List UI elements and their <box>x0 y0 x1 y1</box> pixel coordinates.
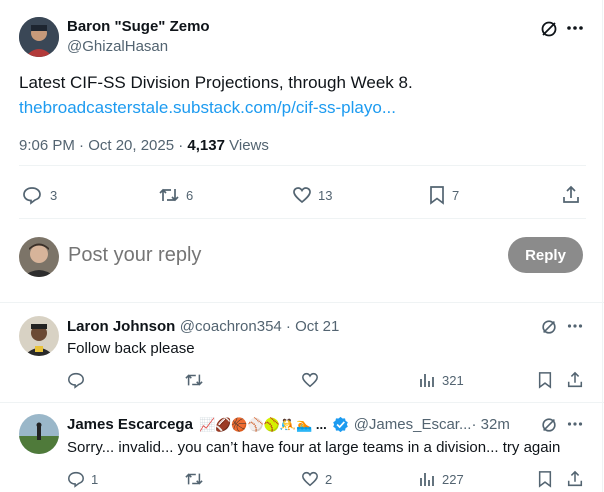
bookmark-icon <box>428 185 446 205</box>
reply-author-name[interactable]: James Escarcega <box>67 416 193 433</box>
repost-icon <box>158 185 180 205</box>
reply-avatar[interactable] <box>19 414 59 454</box>
reply-time[interactable]: · Oct 21 <box>282 318 339 335</box>
share-icon[interactable] <box>566 371 584 389</box>
verified-badge-icon[interactable] <box>332 416 349 433</box>
heart-icon[interactable] <box>301 371 319 389</box>
divider <box>19 165 586 166</box>
reply-time[interactable]: · 32m <box>471 416 509 433</box>
reply-count: 1 <box>91 471 99 487</box>
author-avatar[interactable] <box>19 17 59 57</box>
repost-icon[interactable] <box>184 371 204 389</box>
views-icon <box>419 371 435 389</box>
divider <box>0 302 604 303</box>
reply-text: Follow back please <box>67 340 195 357</box>
column-border <box>602 0 603 492</box>
views-icon <box>419 470 435 488</box>
divider <box>0 402 604 403</box>
more-options-icon[interactable] <box>567 323 583 329</box>
like-count: 2 <box>325 471 333 487</box>
reply-author-handle[interactable]: @James_Escar... <box>354 416 472 433</box>
divider <box>19 218 586 219</box>
reply-icon[interactable] <box>67 371 85 389</box>
bookmark-action[interactable]: 7 <box>428 185 459 205</box>
share-icon[interactable] <box>566 470 584 488</box>
views-count: 227 <box>442 471 464 487</box>
reply-action[interactable]: 1 <box>67 470 98 488</box>
views-action[interactable]: 227 <box>419 470 464 488</box>
views-count: 321 <box>442 372 464 388</box>
post-meta: 9:06 PM · Oct 20, 2025 · 4,137 Views <box>19 137 269 154</box>
like-action[interactable]: 13 <box>292 185 332 205</box>
reply-author-handle[interactable]: @coachron354 <box>180 318 282 335</box>
reply-icon <box>22 185 42 205</box>
post-text: Latest CIF-SS Division Projections, thro… <box>19 73 413 92</box>
reply-icon <box>67 470 85 488</box>
views-label: Views <box>224 137 269 154</box>
reply-button[interactable]: Reply <box>508 237 583 273</box>
reply-count: 3 <box>50 187 58 203</box>
reply-header: Laron Johnson @coachron354 · Oct 21 <box>67 318 339 336</box>
reply-avatar[interactable] <box>19 316 59 356</box>
more-options-icon[interactable] <box>566 25 584 31</box>
reply-header: James Escarcega 📈🏈🏀⚾🥎🤼🏊 ... @James_Escar… <box>67 416 510 433</box>
bookmark-icon[interactable] <box>537 470 553 488</box>
name-emojis: 📈🏈🏀⚾🥎🤼🏊 ... <box>198 416 327 432</box>
grok-icon[interactable] <box>540 318 558 336</box>
reply-action[interactable]: 3 <box>22 185 57 205</box>
post-timestamp[interactable]: 9:06 PM · Oct 20, 2025 · <box>19 137 187 154</box>
views-count: 4,137 <box>187 137 225 154</box>
heart-icon <box>292 185 312 205</box>
author-name[interactable]: Baron "Suge" Zemo <box>67 18 210 35</box>
grok-icon[interactable] <box>540 416 558 434</box>
repost-icon[interactable] <box>184 470 204 488</box>
reply-input[interactable] <box>68 240 488 270</box>
more-options-icon[interactable] <box>567 421 583 427</box>
grok-icon[interactable] <box>539 19 559 39</box>
share-icon[interactable] <box>561 185 581 205</box>
repost-action[interactable]: 6 <box>158 185 193 205</box>
bookmark-icon[interactable] <box>537 371 553 389</box>
like-count: 13 <box>318 187 333 203</box>
heart-icon <box>301 470 319 488</box>
user-avatar[interactable] <box>19 237 59 277</box>
views-action[interactable]: 321 <box>419 371 464 389</box>
like-action[interactable]: 2 <box>301 470 332 488</box>
bookmark-count: 7 <box>452 187 460 203</box>
reply-author-name[interactable]: Laron Johnson <box>67 318 175 335</box>
repost-count: 6 <box>186 187 194 203</box>
reply-text: Sorry... invalid... you can’t have four … <box>67 439 561 456</box>
post-link[interactable]: thebroadcasterstale.substack.com/p/cif-s… <box>19 98 396 118</box>
author-handle[interactable]: @GhizalHasan <box>67 38 168 55</box>
